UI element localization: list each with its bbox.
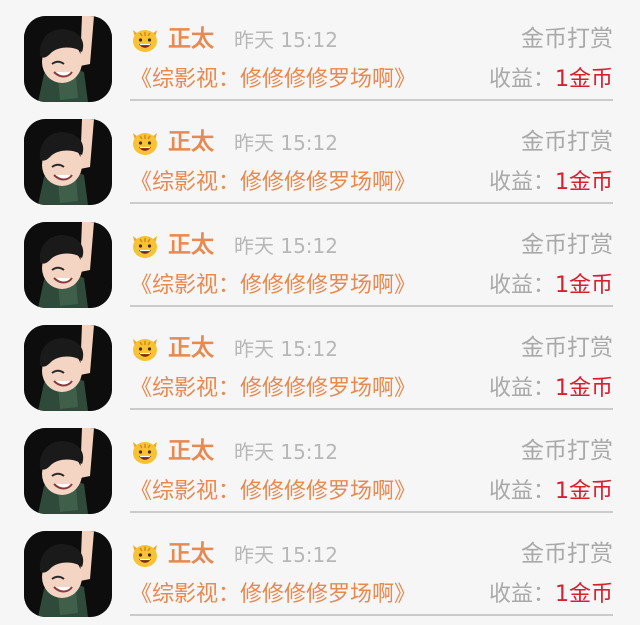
record-header: 正太 昨天 15:12 金币打赏 [130, 127, 613, 159]
reward-record-row[interactable]: 正太 昨天 15:12 金币打赏 《综影视：修修修修罗场啊》 收益：1金币 [0, 309, 640, 412]
record-content: 正太 昨天 15:12 金币打赏 《综影视：修修修修罗场啊》 收益：1金币 [130, 0, 613, 103]
record-detail: 《综影视：修修修修罗场啊》 收益：1金币 [130, 167, 613, 201]
record-content: 正太 昨天 15:12 金币打赏 《综影视：修修修修罗场啊》 收益：1金币 [130, 206, 613, 309]
user-avatar[interactable] [24, 119, 112, 205]
cartoon-boy-avatar-icon [24, 428, 112, 514]
earnings-label: 收益： [488, 170, 555, 195]
cat-face-emoji-icon [130, 127, 160, 157]
cat-face-emoji-icon [130, 24, 160, 54]
record-header: 正太 昨天 15:12 金币打赏 [130, 539, 613, 571]
work-title-link[interactable]: 《综影视：修修修修罗场啊》 [130, 270, 416, 302]
user-name[interactable]: 正太 [168, 539, 214, 569]
user-avatar[interactable] [24, 428, 112, 514]
earnings: 收益：1金币 [489, 64, 613, 96]
work-title-link[interactable]: 《综影视：修修修修罗场啊》 [130, 476, 416, 508]
record-header: 正太 昨天 15:12 金币打赏 [130, 333, 613, 365]
earnings-value: 1金币 [555, 67, 613, 92]
row-divider [130, 202, 613, 204]
reward-type-label: 金币打赏 [521, 26, 613, 52]
reward-record-row[interactable]: 正太 昨天 15:12 金币打赏 《综影视：修修修修罗场啊》 收益：1金币 [0, 0, 640, 103]
cartoon-boy-avatar-icon [24, 222, 112, 308]
earnings-value: 1金币 [555, 479, 613, 504]
timestamp: 昨天 15:12 [234, 337, 338, 361]
row-divider [130, 614, 613, 616]
earnings: 收益：1金币 [489, 270, 613, 302]
row-divider [130, 408, 613, 410]
cat-face-emoji-icon [130, 436, 160, 466]
earnings-value: 1金币 [555, 170, 613, 195]
record-header: 正太 昨天 15:12 金币打赏 [130, 24, 613, 56]
timestamp: 昨天 15:12 [234, 131, 338, 155]
work-title-link[interactable]: 《综影视：修修修修罗场啊》 [130, 373, 416, 405]
record-detail: 《综影视：修修修修罗场啊》 收益：1金币 [130, 64, 613, 98]
earnings: 收益：1金币 [489, 579, 613, 611]
work-title-link[interactable]: 《综影视：修修修修罗场啊》 [130, 167, 416, 199]
user-name[interactable]: 正太 [168, 333, 214, 363]
user-name[interactable]: 正太 [168, 230, 214, 260]
timestamp: 昨天 15:12 [234, 440, 338, 464]
user-avatar[interactable] [24, 16, 112, 102]
user-avatar[interactable] [24, 325, 112, 411]
cat-face-emoji-icon [130, 230, 160, 260]
work-title-link[interactable]: 《综影视：修修修修罗场啊》 [130, 64, 416, 96]
reward-type-label: 金币打赏 [521, 335, 613, 361]
row-divider [130, 511, 613, 513]
cat-face-emoji-icon [130, 539, 160, 569]
record-header: 正太 昨天 15:12 金币打赏 [130, 436, 613, 468]
record-content: 正太 昨天 15:12 金币打赏 《综影视：修修修修罗场啊》 收益：1金币 [130, 515, 613, 618]
cartoon-boy-avatar-icon [24, 119, 112, 205]
user-name[interactable]: 正太 [168, 436, 214, 466]
work-title-link[interactable]: 《综影视：修修修修罗场啊》 [130, 579, 416, 611]
timestamp: 昨天 15:12 [234, 543, 338, 567]
earnings-label: 收益： [488, 479, 555, 504]
record-content: 正太 昨天 15:12 金币打赏 《综影视：修修修修罗场啊》 收益：1金币 [130, 309, 613, 412]
record-detail: 《综影视：修修修修罗场啊》 收益：1金币 [130, 476, 613, 510]
record-detail: 《综影视：修修修修罗场啊》 收益：1金币 [130, 270, 613, 304]
earnings: 收益：1金币 [489, 167, 613, 199]
row-divider [130, 305, 613, 307]
earnings-label: 收益： [488, 376, 555, 401]
reward-type-label: 金币打赏 [521, 129, 613, 155]
record-content: 正太 昨天 15:12 金币打赏 《综影视：修修修修罗场啊》 收益：1金币 [130, 412, 613, 515]
cartoon-boy-avatar-icon [24, 325, 112, 411]
cat-face-emoji-icon [130, 333, 160, 363]
earnings-label: 收益： [488, 582, 555, 607]
cartoon-boy-avatar-icon [24, 531, 112, 617]
record-detail: 《综影视：修修修修罗场啊》 收益：1金币 [130, 579, 613, 613]
user-avatar[interactable] [24, 531, 112, 617]
user-avatar[interactable] [24, 222, 112, 308]
record-header: 正太 昨天 15:12 金币打赏 [130, 230, 613, 262]
reward-record-row[interactable]: 正太 昨天 15:12 金币打赏 《综影视：修修修修罗场啊》 收益：1金币 [0, 103, 640, 206]
reward-record-row[interactable]: 正太 昨天 15:12 金币打赏 《综影视：修修修修罗场啊》 收益：1金币 [0, 515, 640, 618]
reward-record-list: 正太 昨天 15:12 金币打赏 《综影视：修修修修罗场啊》 收益：1金币 正太… [0, 0, 640, 625]
row-divider [130, 99, 613, 101]
earnings-value: 1金币 [555, 273, 613, 298]
earnings: 收益：1金币 [489, 476, 613, 508]
user-name[interactable]: 正太 [168, 127, 214, 157]
earnings-value: 1金币 [555, 582, 613, 607]
timestamp: 昨天 15:12 [234, 234, 338, 258]
earnings-label: 收益： [488, 273, 555, 298]
user-name[interactable]: 正太 [168, 24, 214, 54]
earnings-label: 收益： [488, 67, 555, 92]
record-detail: 《综影视：修修修修罗场啊》 收益：1金币 [130, 373, 613, 407]
cartoon-boy-avatar-icon [24, 16, 112, 102]
reward-record-row[interactable]: 正太 昨天 15:12 金币打赏 《综影视：修修修修罗场啊》 收益：1金币 [0, 412, 640, 515]
reward-type-label: 金币打赏 [521, 232, 613, 258]
reward-record-row[interactable]: 正太 昨天 15:12 金币打赏 《综影视：修修修修罗场啊》 收益：1金币 [0, 206, 640, 309]
record-content: 正太 昨天 15:12 金币打赏 《综影视：修修修修罗场啊》 收益：1金币 [130, 103, 613, 206]
earnings: 收益：1金币 [489, 373, 613, 405]
reward-type-label: 金币打赏 [521, 541, 613, 567]
reward-type-label: 金币打赏 [521, 438, 613, 464]
timestamp: 昨天 15:12 [234, 28, 338, 52]
earnings-value: 1金币 [555, 376, 613, 401]
